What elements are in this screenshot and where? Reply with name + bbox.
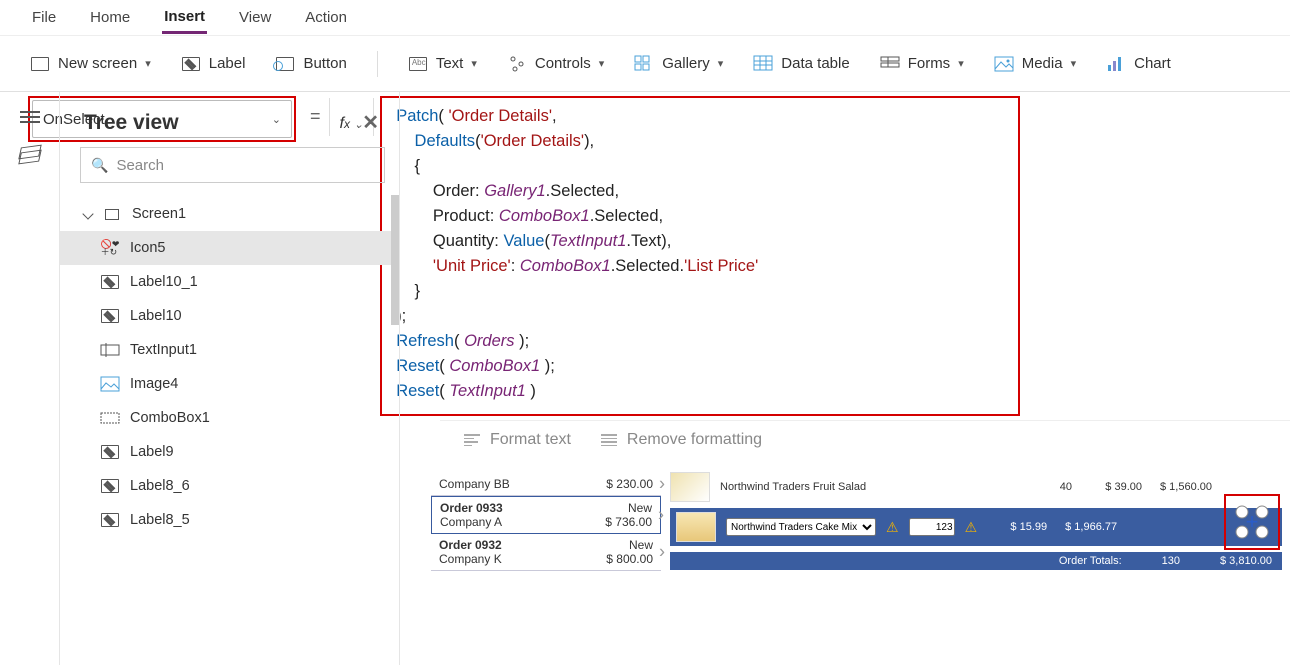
tree-node-label9[interactable]: Label9 (60, 435, 399, 469)
tree: Screen1 🚫❤＋↻ Icon5 Label10_1 Label10 TextInp… (60, 195, 399, 539)
menu-insert[interactable]: Insert (162, 2, 207, 34)
screen-icon (30, 55, 50, 73)
data-table-button[interactable]: Data table (753, 55, 849, 73)
controls-dropdown[interactable]: Controls▾ (507, 55, 604, 73)
remove-formatting-button[interactable]: Remove formatting (601, 431, 762, 449)
product-image (670, 472, 710, 502)
menubar: File Home Insert View Action (0, 0, 1290, 36)
tree-node-icon (100, 342, 120, 358)
forms-icon (880, 55, 900, 73)
hamburger-icon[interactable] (20, 108, 40, 126)
order-row[interactable]: Company BB$ 230.00› (431, 473, 661, 496)
totals-row: Order Totals: 130 $ 3,810.00 (670, 552, 1282, 570)
button-icon (275, 55, 295, 73)
warning-icon: ⚠ (965, 519, 978, 536)
tree-node-icon (100, 376, 120, 392)
product-combobox[interactable]: Northwind Traders Cake Mix (726, 518, 876, 536)
menu-file[interactable]: File (30, 3, 58, 32)
tree-node-icon: 🚫❤＋↻ (100, 240, 120, 256)
layers-icon[interactable] (20, 146, 40, 162)
tree-node-label10[interactable]: Label10 (60, 299, 399, 333)
close-icon[interactable]: ✕ (362, 110, 379, 135)
media-icon (994, 55, 1014, 73)
tree-node-textinput1[interactable]: TextInput1 (60, 333, 399, 367)
tree-node-image4[interactable]: Image4 (60, 367, 399, 401)
formula-editor[interactable]: Patch( 'Order Details', Defaults('Order … (380, 96, 1020, 416)
tree-node-label: Label10_1 (130, 274, 198, 290)
ribbon: New screen▾ Label Button Text▾ Controls▾… (0, 36, 1290, 92)
button-button[interactable]: Button (275, 55, 346, 73)
warning-icon: ⚠ (886, 519, 899, 536)
tree-view-panel: Tree view ✕ 🔍 Search Screen1 🚫❤＋↻ Icon5 La… (60, 92, 400, 665)
label-icon (181, 55, 201, 73)
edit-row[interactable]: Northwind Traders Cake Mix ⚠ ⚠ $ 15.99 $… (670, 508, 1282, 546)
text-icon (408, 55, 428, 73)
tree-node-label: TextInput1 (130, 342, 197, 358)
tree-node-icon (100, 410, 120, 426)
tree-view-title: Tree view ✕ (60, 110, 399, 147)
tree-node-icon (100, 444, 120, 460)
align-left-icon (464, 432, 480, 448)
tree-node-label: Label8_6 (130, 478, 190, 494)
chart-icon (1106, 55, 1126, 73)
new-screen-button[interactable]: New screen▾ (30, 55, 151, 73)
media-dropdown[interactable]: Media▾ (994, 55, 1076, 73)
text-dropdown[interactable]: Text▾ (408, 55, 477, 73)
orders-gallery[interactable]: Company BB$ 230.00›Order 0933Company ANe… (430, 472, 662, 572)
tree-node-icon (100, 308, 120, 324)
order-detail: Northwind Traders Fruit Salad 40 $ 39.00… (670, 472, 1282, 572)
controls-icon (507, 55, 527, 73)
gallery-icon (634, 55, 654, 73)
chevron-down-icon: ▾ (145, 57, 151, 70)
gallery-dropdown[interactable]: Gallery▾ (634, 55, 723, 73)
menu-view[interactable]: View (237, 3, 273, 32)
product-image (676, 512, 716, 542)
canvas-preview: Company BB$ 230.00›Order 0933Company ANe… (430, 472, 1282, 572)
tree-node-label: Label10 (130, 308, 182, 324)
tree-node-label8_5[interactable]: Label8_5 (60, 503, 399, 537)
align-justify-icon (601, 432, 617, 448)
search-icon: 🔍 (91, 157, 108, 174)
tree-node-label10_1[interactable]: Label10_1 (60, 265, 399, 299)
tree-node-label: Label8_5 (130, 512, 190, 528)
caret-down-icon (82, 208, 93, 219)
forms-dropdown[interactable]: Forms▾ (880, 55, 964, 73)
tree-node-label: Icon5 (130, 240, 165, 256)
tree-node-label: ComboBox1 (130, 410, 210, 426)
order-row[interactable]: Order 0933Company ANew$ 736.00› (431, 496, 661, 534)
quantity-input[interactable] (909, 518, 955, 536)
menu-home[interactable]: Home (88, 3, 132, 32)
tree-node-icon5[interactable]: 🚫❤＋↻ Icon5 (60, 231, 399, 265)
left-rail (0, 92, 60, 665)
format-text-button[interactable]: Format text (464, 431, 571, 449)
tree-node-label: Label9 (130, 444, 174, 460)
tree-node-combobox1[interactable]: ComboBox1 (60, 401, 399, 435)
tree-node-icon (100, 274, 120, 290)
chart-dropdown[interactable]: Chart (1106, 55, 1171, 73)
tree-search-input[interactable]: 🔍 Search (80, 147, 385, 183)
tree-node-icon (100, 478, 120, 494)
menu-action[interactable]: Action (303, 3, 349, 32)
tree-node-label8_6[interactable]: Label8_6 (60, 469, 399, 503)
scrollbar[interactable] (391, 195, 399, 325)
label-button[interactable]: Label (181, 55, 246, 73)
detail-row: Northwind Traders Fruit Salad 40 $ 39.00… (670, 472, 1282, 502)
add-icon-highlight: + (1224, 494, 1280, 550)
tree-node-label: Image4 (130, 376, 178, 392)
table-icon (753, 55, 773, 73)
format-bar: Format text Remove formatting (440, 420, 1290, 459)
order-row[interactable]: Order 0932Company KNew$ 800.00› (431, 534, 661, 571)
tree-node-icon (100, 512, 120, 528)
tree-node-screen1[interactable]: Screen1 (60, 197, 399, 231)
